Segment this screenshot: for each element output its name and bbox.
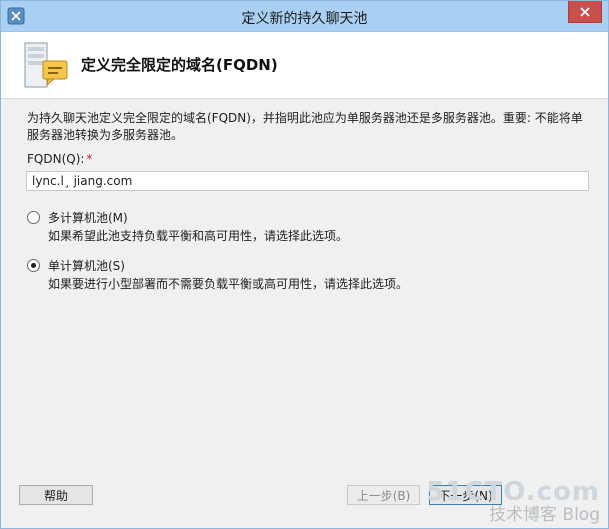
watermark: 51CTO.com 技术博客 Blog	[426, 479, 600, 524]
server-pool-icon	[24, 42, 68, 88]
multi-server-radio[interactable]	[27, 211, 40, 224]
watermark-subtitle: 技术博客 Blog	[489, 505, 600, 525]
watermark-logo: 51CTO.com	[426, 477, 600, 507]
description-text: 为持久聊天池定义完全限定的域名(FQDN)，并指明此池应为单服务器池还是多服务器…	[27, 111, 583, 142]
close-button[interactable]	[568, 1, 602, 23]
multi-server-description: 如果希望此池支持负载平衡和高可用性，请选择此选项。	[48, 229, 349, 243]
header-band: 定义完全限定的域名(FQDN)	[1, 32, 608, 99]
close-icon	[580, 6, 590, 17]
single-server-description: 如果要进行小型部署而不需要负载平衡或高可用性，请选择此选项。	[48, 277, 409, 291]
required-marker: *	[86, 152, 93, 166]
fqdn-input[interactable]	[26, 171, 589, 191]
window-title: 定义新的持久聊天池	[241, 11, 368, 27]
help-button[interactable]: 帮助	[19, 485, 93, 505]
fqdn-label-text: FQDN(Q):	[27, 152, 85, 166]
title-bar[interactable]: 定义新的持久聊天池	[1, 1, 608, 32]
single-server-label[interactable]: 单计算机池(S)	[48, 257, 125, 274]
multi-server-label[interactable]: 多计算机池(M)	[48, 209, 128, 226]
page-title: 定义完全限定的域名(FQDN)	[81, 56, 278, 74]
wizard-window: 定义新的持久聊天池 定义完全限定的域名(FQDN) 为持久聊天池定义完全限定的域…	[0, 0, 609, 529]
fqdn-label: FQDN(Q): *	[27, 152, 92, 166]
single-server-radio[interactable]	[27, 259, 40, 272]
back-button[interactable]: 上一步(B)	[347, 485, 420, 505]
